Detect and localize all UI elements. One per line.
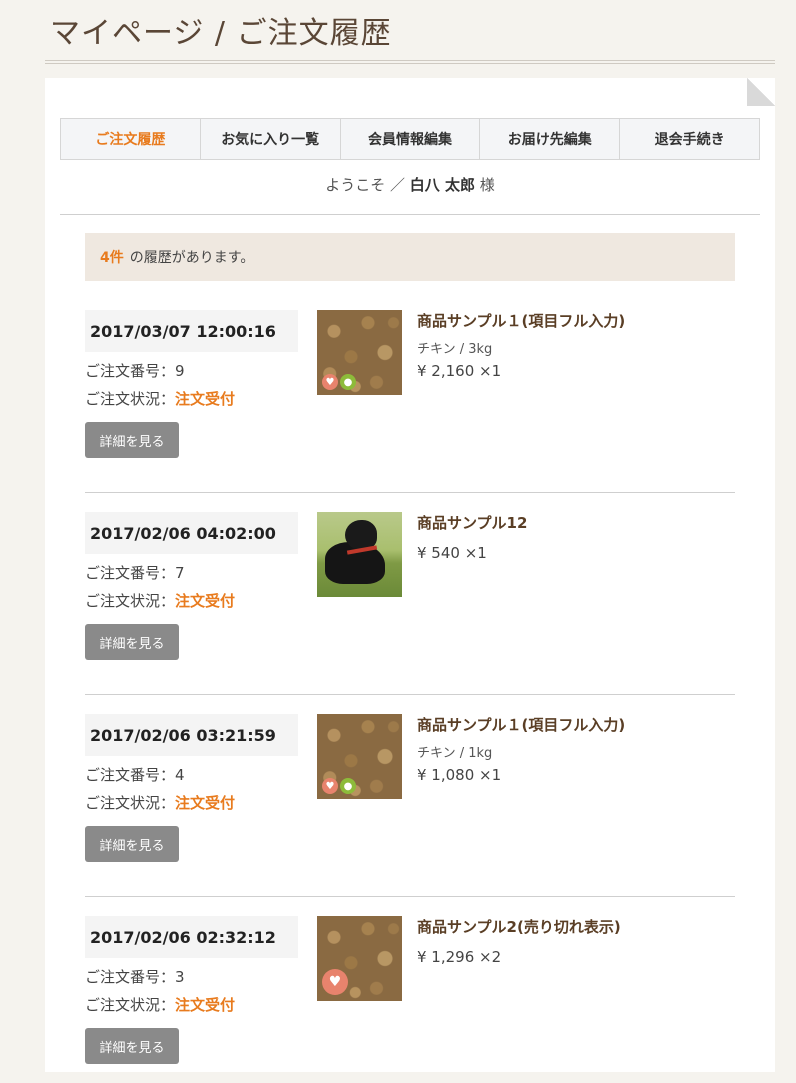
- mypage-tabs: ご注文履歴 お気に入り一覧 会員情報編集 お届け先編集 退会手続き: [60, 118, 760, 160]
- order-status: 注文受付: [175, 592, 236, 610]
- chicken-icon: ♥: [322, 969, 348, 995]
- order-status-line: ご注文状況：注文受付: [85, 792, 235, 813]
- page-corner-decoration: [747, 78, 775, 106]
- order-status-line: ご注文状況：注文受付: [85, 590, 235, 611]
- welcome-suffix: 様: [479, 176, 495, 194]
- order-status: 注文受付: [175, 996, 236, 1014]
- order-number-line: ご注文番号：4: [85, 764, 185, 785]
- welcome-prefix: ようこそ ／: [325, 176, 405, 194]
- history-count-box: 4件 の履歴があります。: [85, 233, 735, 281]
- product-name[interactable]: 商品サンプル１(項目フル入力): [417, 310, 625, 331]
- order-number: 4: [175, 766, 185, 784]
- order-date: 2017/02/06 04:02:00: [85, 512, 298, 554]
- leaf-icon: ●: [340, 778, 356, 794]
- history-count-text: の履歴があります。: [129, 250, 255, 266]
- product-price: ¥ 540 ×1: [417, 544, 487, 562]
- product-price: ¥ 1,080 ×1: [417, 766, 502, 784]
- order-number-label: ご注文番号：: [85, 564, 176, 582]
- welcome-message: ようこそ ／ 白八 太郎 様: [60, 174, 760, 195]
- welcome-divider: [60, 214, 760, 215]
- leaf-icon: ●: [340, 374, 356, 390]
- order-number-label: ご注文番号：: [85, 362, 176, 380]
- order-number-label: ご注文番号：: [85, 968, 176, 986]
- order-item: 2017/02/06 02:32:12 ご注文番号：3 ご注文状況：注文受付 詳…: [85, 916, 735, 1083]
- product-thumbnail[interactable]: ♥ ●: [317, 310, 402, 395]
- order-number: 7: [175, 564, 185, 582]
- product-variant: チキン / 1kg: [417, 746, 493, 761]
- product-variant: チキン / 3kg: [417, 342, 493, 357]
- order-status-label: ご注文状況：: [85, 794, 176, 812]
- tab-favorites[interactable]: お気に入り一覧: [201, 119, 341, 159]
- view-detail-button[interactable]: 詳細を見る: [85, 422, 179, 458]
- product-thumbnail[interactable]: ♥: [317, 916, 402, 1001]
- order-number-line: ご注文番号：7: [85, 562, 185, 583]
- order-status-line: ご注文状況：注文受付: [85, 388, 235, 409]
- mypage-panel: ご注文履歴 お気に入り一覧 会員情報編集 お届け先編集 退会手続き ようこそ ／…: [45, 78, 775, 1072]
- product-price: ¥ 1,296 ×2: [417, 948, 502, 966]
- order-date: 2017/03/07 12:00:16: [85, 310, 298, 352]
- view-detail-button[interactable]: 詳細を見る: [85, 624, 179, 660]
- product-thumbnail[interactable]: ♥ ●: [317, 714, 402, 799]
- order-date: 2017/02/06 02:32:12: [85, 916, 298, 958]
- tab-order-history[interactable]: ご注文履歴: [61, 119, 201, 159]
- product-thumbnail[interactable]: [317, 512, 402, 597]
- product-price: ¥ 2,160 ×1: [417, 362, 502, 380]
- title-divider: [45, 60, 775, 64]
- order-item: 2017/02/06 04:02:00 ご注文番号：7 ご注文状況：注文受付 詳…: [85, 512, 735, 695]
- order-status-label: ご注文状況：: [85, 390, 176, 408]
- view-detail-button[interactable]: 詳細を見る: [85, 826, 179, 862]
- chicken-icon: ♥: [322, 778, 338, 794]
- order-date: 2017/02/06 03:21:59: [85, 714, 298, 756]
- history-count: 4件: [100, 250, 124, 266]
- product-name[interactable]: 商品サンプル１(項目フル入力): [417, 714, 625, 735]
- order-list: 2017/03/07 12:00:16 ご注文番号：9 ご注文状況：注文受付 詳…: [85, 310, 735, 1083]
- page-title: マイページ / ご注文履歴: [50, 16, 392, 51]
- order-number-line: ご注文番号：9: [85, 360, 185, 381]
- order-item: 2017/02/06 03:21:59 ご注文番号：4 ご注文状況：注文受付 詳…: [85, 714, 735, 897]
- order-status: 注文受付: [175, 390, 236, 408]
- order-item: 2017/03/07 12:00:16 ご注文番号：9 ご注文状況：注文受付 詳…: [85, 310, 735, 493]
- chicken-icon: ♥: [322, 374, 338, 390]
- order-status-line: ご注文状況：注文受付: [85, 994, 235, 1015]
- product-name[interactable]: 商品サンプル12: [417, 512, 527, 533]
- order-number-label: ご注文番号：: [85, 766, 176, 784]
- tab-withdraw[interactable]: 退会手続き: [620, 119, 759, 159]
- order-number: 9: [175, 362, 185, 380]
- tab-delivery-address[interactable]: お届け先編集: [480, 119, 621, 159]
- tab-member-info[interactable]: 会員情報編集: [341, 119, 481, 159]
- order-number-line: ご注文番号：3: [85, 966, 185, 987]
- order-status: 注文受付: [175, 794, 236, 812]
- view-detail-button[interactable]: 詳細を見る: [85, 1028, 179, 1064]
- order-status-label: ご注文状況：: [85, 996, 176, 1014]
- product-name[interactable]: 商品サンプル2(売り切れ表示): [417, 916, 621, 937]
- order-number: 3: [175, 968, 185, 986]
- member-name: 白八 太郎: [409, 176, 475, 194]
- order-status-label: ご注文状況：: [85, 592, 176, 610]
